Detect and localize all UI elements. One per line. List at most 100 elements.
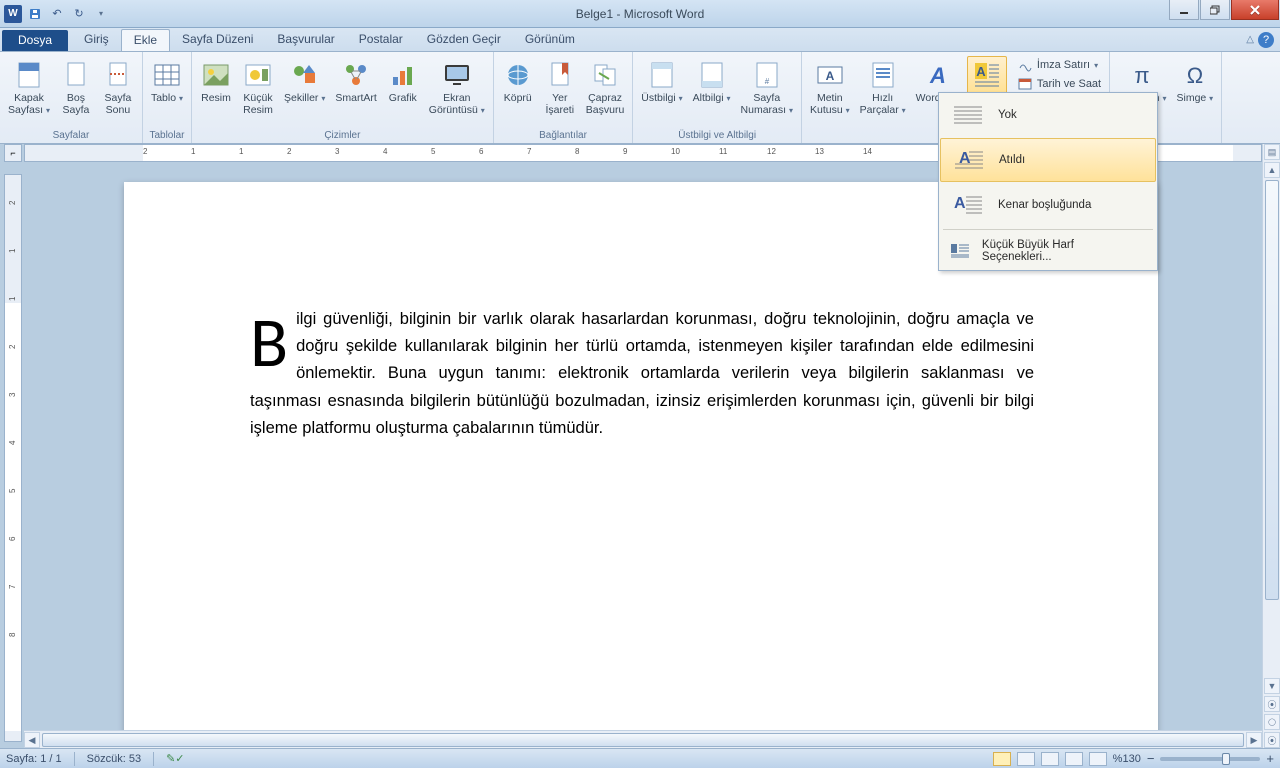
scroll-up-icon[interactable]: ▲ [1264, 162, 1280, 178]
tab-başvurular[interactable]: Başvurular [265, 29, 346, 51]
view-print-layout-icon[interactable] [993, 752, 1011, 766]
ribbon-simge-button[interactable]: ΩSimge ▾ [1172, 56, 1217, 108]
ribbon-kapak-sayfası-button[interactable]: KapakSayfası ▾ [4, 56, 54, 119]
ribbon-hızlı-parçalar-button[interactable]: HızlıParçalar ▾ [856, 56, 910, 119]
tab-file[interactable]: Dosya [2, 30, 68, 51]
ribbon-button-label: SayfaNumarası ▾ [741, 93, 793, 116]
ribbon-yer-i-şareti-button[interactable]: Yerİşareti [540, 56, 580, 119]
next-page-icon[interactable]: ⦿ [1264, 732, 1280, 748]
collapse-ribbon-icon[interactable]: △ [1246, 34, 1254, 45]
restore-button[interactable] [1200, 0, 1230, 20]
ruler-tick: 13 [815, 147, 824, 156]
dropdown-arrow-icon: ▾ [846, 106, 850, 115]
tab-sayfa-düzeni[interactable]: Sayfa Düzeni [170, 29, 265, 51]
horizontal-scrollbar[interactable]: ◀ ▶ [24, 730, 1262, 748]
smartart-icon [340, 59, 372, 91]
dropcap-options-label: Küçük Büyük Harf Seçenekleri... [982, 239, 1146, 263]
simge-icon: Ω [1179, 59, 1211, 91]
proofing-icon[interactable]: ✎✓ [166, 752, 184, 765]
scroll-down-icon[interactable]: ▼ [1264, 678, 1280, 694]
status-page[interactable]: Sayfa: 1 / 1 [6, 753, 62, 765]
prev-page-icon[interactable]: ⦿ [1264, 696, 1280, 712]
ribbon-üstbilgi-button[interactable]: Üstbilgi ▾ [637, 56, 686, 108]
dropcap-preview-icon [950, 100, 986, 130]
ribbon-altbilgi-button[interactable]: Altbilgi ▾ [689, 56, 735, 108]
qat-customize-icon[interactable]: ▾ [92, 5, 110, 23]
ribbon-button-label: Tablo ▾ [151, 93, 183, 105]
ribbon-sayfa-sonu-button[interactable]: SayfaSonu [98, 56, 138, 119]
ribbon-şekiller-button[interactable]: Şekiller ▾ [280, 56, 329, 108]
scroll-left-icon[interactable]: ◀ [24, 732, 40, 748]
scroll-thumb[interactable] [1265, 180, 1279, 600]
ruler-tick: 3 [335, 147, 339, 156]
ruler-tick: 2 [143, 147, 147, 156]
view-full-screen-icon[interactable] [1017, 752, 1035, 766]
tab-gözden-geçir[interactable]: Gözden Geçir [415, 29, 513, 51]
view-draft-icon[interactable] [1089, 752, 1107, 766]
ribbon-metin-kutusu-button[interactable]: AMetinKutusu ▾ [806, 56, 854, 119]
zoom-level[interactable]: %130 [1113, 753, 1141, 765]
tab-ekle[interactable]: Ekle [121, 29, 170, 51]
tab-selector[interactable]: ⌐ [4, 144, 22, 162]
ribbon-small-i̇mza-satırı[interactable]: İmza Satırı ▾ [1013, 56, 1105, 74]
ruler-tick: 4 [8, 441, 17, 445]
view-outline-icon[interactable] [1065, 752, 1083, 766]
ribbon-köprü-button[interactable]: Köprü [498, 56, 538, 108]
svg-text:A: A [976, 64, 986, 79]
undo-icon[interactable]: ↶ [48, 5, 66, 23]
grafik-icon [387, 59, 419, 91]
ribbon-small-tarih-ve-saat[interactable]: Tarih ve Saat [1013, 75, 1105, 93]
ribbon-button-label: Şekiller ▾ [284, 93, 325, 105]
close-button[interactable] [1231, 0, 1279, 20]
tab-giriş[interactable]: Giriş [72, 29, 121, 51]
ribbon-smartart-button[interactable]: SmartArt [331, 56, 380, 108]
ruler-toggle-icon[interactable]: ▤ [1264, 144, 1280, 160]
quick-access-toolbar: W ↶ ↻ ▾ [0, 5, 110, 23]
ribbon-çapraz-başvuru-button[interactable]: ÇaprazBaşvuru [582, 56, 629, 119]
ruler-tick: 7 [527, 147, 531, 156]
redo-icon[interactable]: ↻ [70, 5, 88, 23]
ruler-tick: 2 [8, 201, 17, 205]
view-web-layout-icon[interactable] [1041, 752, 1059, 766]
dropcap-menu-item-kenar-boşluğunda[interactable]: AKenar boşluğunda [939, 183, 1157, 227]
hscroll-thumb[interactable] [42, 733, 1244, 747]
ribbon-küçük-resim-button[interactable]: KüçükResim [238, 56, 278, 119]
dropcap-menu-item-yok[interactable]: Yok [939, 93, 1157, 137]
minimize-button[interactable] [1169, 0, 1199, 20]
tab-görünüm[interactable]: Görünüm [513, 29, 587, 51]
ribbon-boş-sayfa-button[interactable]: BoşSayfa [56, 56, 96, 119]
dropdown-arrow-icon: ▾ [481, 106, 485, 115]
status-word-count[interactable]: Sözcük: 53 [87, 753, 141, 765]
document-body[interactable]: Bilgi güvenliği, bilginin bir varlık ola… [250, 306, 1034, 442]
ruler-tick: 1 [8, 297, 17, 301]
ribbon-group-sayfalar: KapakSayfası ▾ BoşSayfaSayfaSonu Sayfalar [0, 52, 143, 143]
ruler-tick: 11 [719, 147, 727, 156]
zoom-in-icon[interactable]: + [1266, 751, 1274, 766]
ribbon-grafik-button[interactable]: Grafik [383, 56, 423, 108]
kapak-sayfası-icon [13, 59, 45, 91]
group-label: Sayfalar [4, 129, 138, 143]
çapraz-başvuru-icon [589, 59, 621, 91]
ribbon-button-label: KapakSayfası ▾ [8, 93, 50, 116]
browse-object-icon[interactable]: ◯ [1264, 714, 1280, 730]
dropcap-menu-item-atıldı[interactable]: AAtıldı [940, 138, 1156, 182]
tab-postalar[interactable]: Postalar [347, 29, 415, 51]
help-icon[interactable]: ? [1258, 32, 1274, 48]
zoom-out-icon[interactable]: − [1147, 751, 1155, 766]
svg-text:#: # [765, 77, 770, 86]
zoom-knob[interactable] [1222, 753, 1230, 765]
scroll-right-icon[interactable]: ▶ [1246, 732, 1262, 748]
ribbon-sayfa-numarası-button[interactable]: # SayfaNumarası ▾ [737, 56, 797, 119]
ribbon-resim-button[interactable]: Resim [196, 56, 236, 108]
ribbon-tablo-button[interactable]: Tablo ▾ [147, 56, 187, 108]
dropdown-arrow-icon: ▾ [46, 106, 50, 115]
vertical-scrollbar[interactable]: ▤ ▲ ▼ ⦿ ◯ ⦿ [1262, 144, 1280, 748]
vertical-ruler[interactable]: 2112345678 [4, 174, 22, 742]
ribbon-ekran-görüntüsü-button[interactable]: EkranGörüntüsü ▾ [425, 56, 489, 119]
svg-text:Ω: Ω [1187, 63, 1203, 88]
zoom-slider[interactable] [1160, 757, 1260, 761]
save-icon[interactable] [26, 5, 44, 23]
dropcap-options-item[interactable]: Küçük Büyük Harf Seçenekleri... [939, 232, 1157, 270]
ruler-tick: 8 [575, 147, 579, 156]
word-app-icon[interactable]: W [4, 5, 22, 23]
